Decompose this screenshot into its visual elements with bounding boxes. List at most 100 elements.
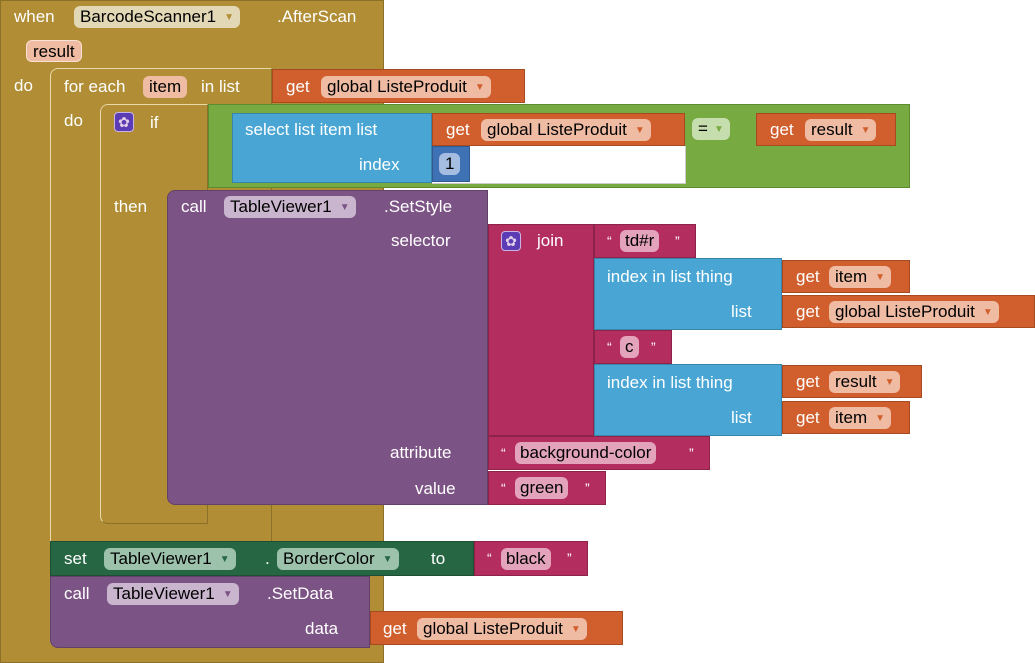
get-global-listeproduit[interactable]: get global ListeProduit ▼	[272, 69, 525, 103]
var-name: result	[811, 120, 853, 139]
number-value[interactable]: 1	[439, 153, 461, 175]
open-quote-icon: “	[501, 480, 506, 496]
set-label: set	[64, 549, 87, 568]
var-dropdown[interactable]: global ListeProduit ▼	[321, 76, 491, 98]
component-dropdown[interactable]: BarcodeScanner1 ▼	[74, 6, 240, 28]
var-name: item	[835, 408, 868, 427]
dropdown-arrow-icon: ▼	[224, 12, 234, 23]
dropdown-arrow-icon: ▼	[875, 413, 886, 424]
dropdown-arrow-icon: ▼	[634, 125, 645, 136]
foreach-var[interactable]: item	[143, 76, 188, 98]
data-label: data	[305, 619, 339, 638]
index-in-list-block-1[interactable]: index in list thing list	[594, 258, 782, 330]
compare-op-dropdown[interactable]: = ▼	[692, 118, 730, 140]
index-label: index	[359, 155, 400, 174]
var-dropdown[interactable]: global ListeProduit ▼	[417, 618, 587, 640]
attribute-label: attribute	[390, 443, 452, 462]
setdata-block[interactable]: call TableViewer1 ▼ .SetData data	[50, 576, 370, 648]
property-name: BorderColor	[283, 549, 375, 568]
get-global-listeproduit-select[interactable]: get global ListeProduit ▼	[432, 113, 685, 146]
select-list-item-block[interactable]: select list item list index	[232, 113, 432, 183]
dropdown-arrow-icon: ▼	[339, 202, 350, 213]
component-dropdown[interactable]: TableViewer1 ▼	[224, 196, 356, 218]
value-label: value	[415, 479, 456, 498]
var-name: global ListeProduit	[835, 302, 975, 321]
get-result-compare[interactable]: get result ▼	[756, 113, 896, 146]
dropdown-arrow-icon: ▼	[382, 554, 393, 565]
get-global-listeproduit-2[interactable]: get global ListeProduit ▼	[782, 295, 1035, 328]
var-name: global ListeProduit	[487, 120, 627, 139]
index-in-list-label: index in list thing	[607, 373, 733, 392]
event-name: .AfterScan	[277, 7, 357, 26]
set-bordercolor-block[interactable]: set TableViewer1 ▼ . BorderColor ▼ to	[50, 541, 474, 576]
text-background-color[interactable]: “ background-color ”	[488, 436, 710, 470]
var-dropdown[interactable]: result ▼	[829, 371, 901, 393]
text-value[interactable]: black	[501, 548, 551, 570]
foreach-do-label: do	[64, 111, 83, 130]
get-item-2[interactable]: get item ▼	[782, 401, 910, 434]
close-quote-icon: ”	[585, 480, 590, 496]
text-c[interactable]: “ c ”	[594, 330, 672, 364]
dropdown-arrow-icon: ▼	[219, 554, 230, 565]
text-value[interactable]: td#r	[620, 230, 660, 252]
index-in-list-block-2[interactable]: index in list thing list	[594, 364, 782, 436]
close-quote-icon: ”	[651, 339, 656, 355]
get-result-2[interactable]: get result ▼	[782, 365, 922, 398]
when-label: when	[14, 7, 55, 26]
text-value[interactable]: c	[620, 336, 639, 358]
if-label: if	[150, 113, 159, 132]
get-label: get	[796, 372, 820, 391]
var-dropdown[interactable]: global ListeProduit ▼	[829, 301, 999, 323]
text-black[interactable]: “ black ”	[474, 541, 588, 576]
text-value[interactable]: background-color	[515, 442, 657, 464]
op-symbol: =	[698, 119, 708, 138]
close-quote-icon: ”	[567, 550, 572, 566]
var-dropdown[interactable]: item ▼	[829, 407, 892, 429]
component-dropdown[interactable]: TableViewer1 ▼	[104, 548, 236, 570]
dot-label: .	[265, 549, 270, 568]
property-dropdown[interactable]: BorderColor ▼	[277, 548, 399, 570]
get-label: get	[770, 120, 794, 139]
component-name: BarcodeScanner1	[80, 7, 217, 26]
get-global-listeproduit-setdata[interactable]: get global ListeProduit ▼	[370, 611, 623, 645]
dropdown-arrow-icon: ▼	[222, 589, 233, 600]
text-td-r[interactable]: “ td#r ”	[594, 224, 696, 258]
mutator-gear-icon[interactable]: ✿	[501, 231, 521, 251]
component-name: TableViewer1	[113, 584, 215, 603]
setstyle-block[interactable]: call TableViewer1 ▼ .SetStyle selector at…	[167, 190, 488, 505]
var-name: global ListeProduit	[327, 77, 467, 96]
dropdown-arrow-icon: ▼	[875, 272, 886, 283]
close-quote-icon: ”	[675, 233, 680, 249]
get-label: get	[796, 302, 820, 321]
dropdown-arrow-icon: ▼	[713, 124, 724, 135]
to-label: to	[431, 549, 446, 568]
get-label: get	[383, 619, 407, 638]
var-name: item	[835, 267, 868, 286]
selector-label: selector	[391, 231, 451, 250]
dropdown-arrow-icon: ▼	[570, 624, 581, 635]
var-dropdown[interactable]: result ▼	[805, 119, 877, 141]
component-name: TableViewer1	[110, 549, 212, 568]
number-block[interactable]: 1	[432, 146, 470, 182]
text-green[interactable]: “ green ”	[488, 471, 606, 505]
empty-slot	[432, 146, 686, 184]
param-result[interactable]: result	[26, 40, 82, 62]
call-label: call	[181, 197, 207, 216]
join-block[interactable]: ✿ join	[488, 224, 594, 436]
get-label: get	[796, 267, 820, 286]
mutator-gear-icon[interactable]: ✿	[114, 112, 134, 132]
get-label: get	[446, 120, 470, 139]
foreach-label: for each	[64, 77, 126, 96]
var-dropdown[interactable]: item ▼	[829, 266, 892, 288]
index-in-list-label: index in list thing	[607, 267, 733, 286]
component-name: TableViewer1	[230, 197, 332, 216]
var-name: global ListeProduit	[423, 619, 563, 638]
get-label: get	[286, 77, 310, 96]
component-dropdown[interactable]: TableViewer1 ▼	[107, 583, 239, 605]
select-label: select list item list	[245, 120, 378, 139]
text-value[interactable]: green	[515, 477, 569, 499]
dropdown-arrow-icon: ▼	[884, 377, 895, 388]
var-dropdown[interactable]: global ListeProduit ▼	[481, 119, 651, 141]
open-quote-icon: “	[607, 233, 612, 249]
get-item-1[interactable]: get item ▼	[782, 260, 910, 293]
